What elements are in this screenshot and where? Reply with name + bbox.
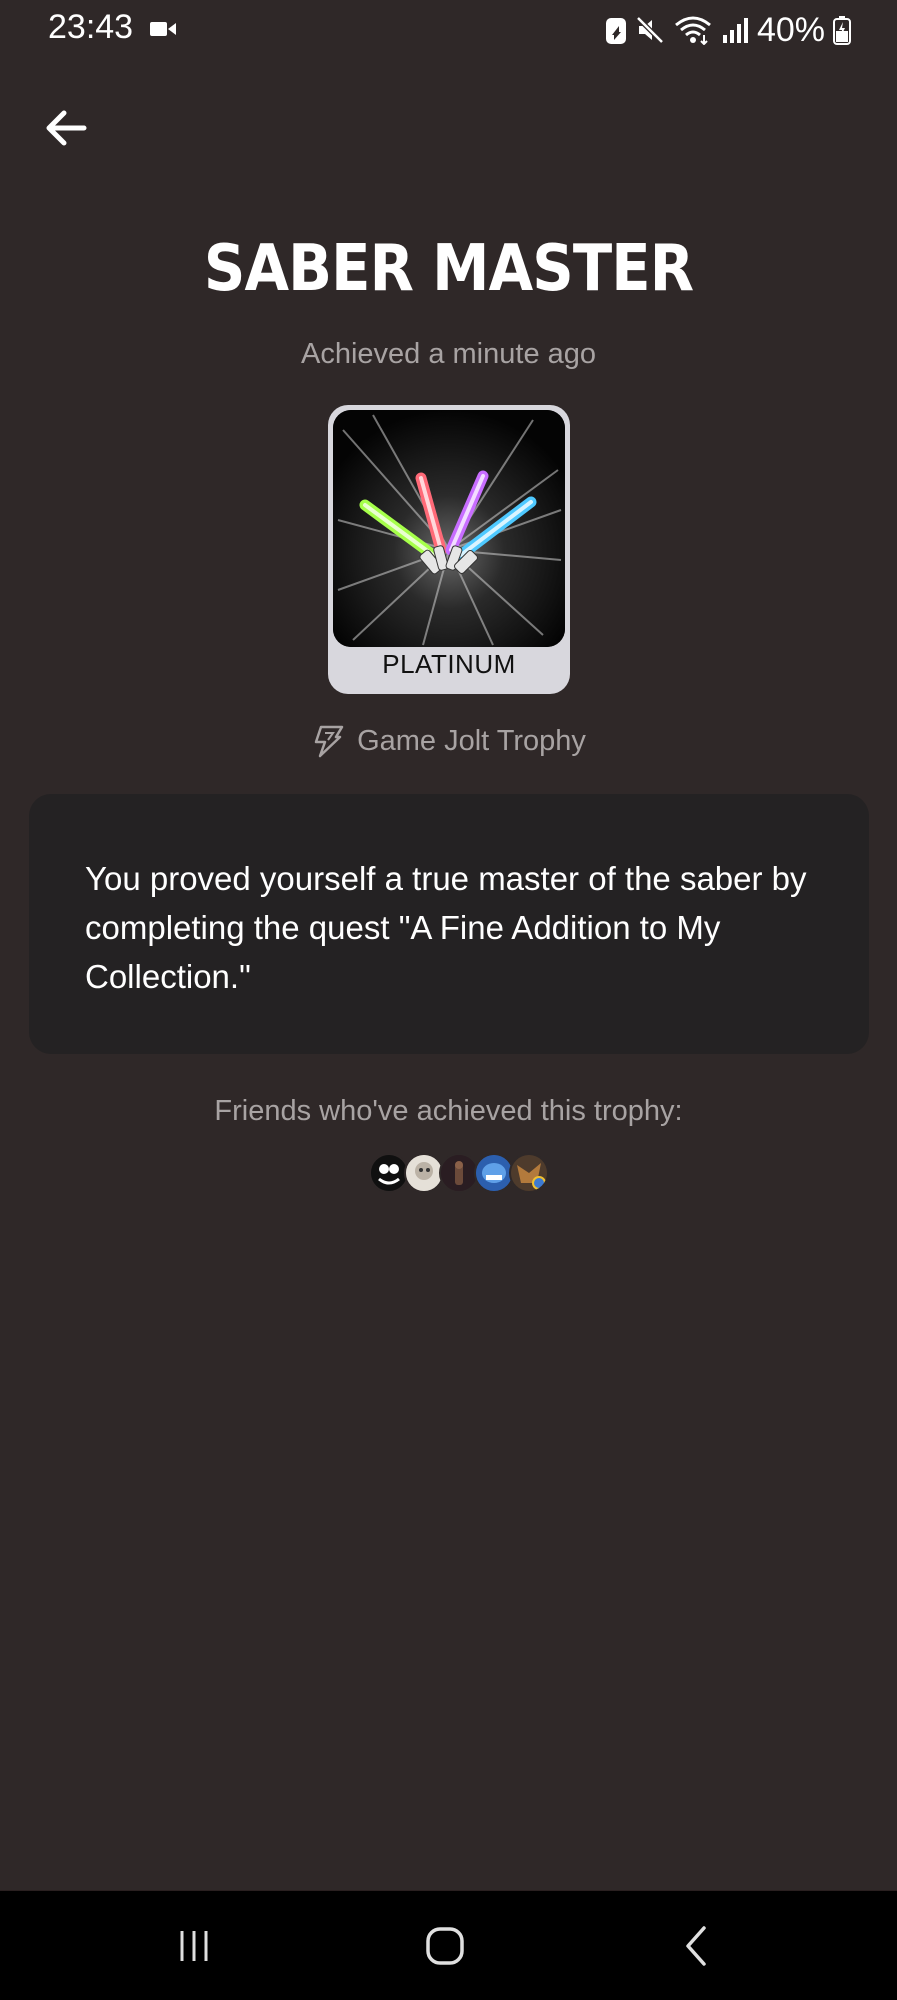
- trophy-title: SABER MASTER: [203, 232, 694, 306]
- friend-avatar[interactable]: [369, 1153, 409, 1193]
- trophy-type: Game Jolt Trophy: [0, 724, 897, 758]
- trophy-card: PLATINUM: [328, 405, 570, 694]
- achieved-time: Achieved a minute ago: [300, 338, 597, 370]
- trophy-description: You proved yourself a true master of the…: [85, 860, 807, 995]
- signal-icon: [722, 18, 748, 43]
- home-button[interactable]: [405, 1916, 485, 1976]
- game-jolt-icon: [314, 725, 344, 758]
- video-camera-icon: [150, 22, 176, 36]
- trophy-image: [333, 410, 565, 647]
- back-icon: [686, 1926, 706, 1966]
- app-header: [0, 60, 897, 190]
- arrow-left-icon: [46, 110, 87, 146]
- friend-avatar[interactable]: [439, 1153, 479, 1193]
- home-icon: [426, 1927, 464, 1965]
- friend-avatar[interactable]: [474, 1153, 514, 1193]
- trophy-screen: 23:43 40% SABER MASTER Achieved a minute…: [0, 0, 897, 2000]
- system-nav-bar: [0, 1890, 897, 2000]
- friends-avatars[interactable]: [369, 1153, 549, 1193]
- friend-avatar[interactable]: [404, 1153, 444, 1193]
- nav-back-button[interactable]: [656, 1916, 736, 1976]
- friends-label: Friends who've achieved this trophy:: [214, 1095, 683, 1127]
- status-time: 23:43: [48, 8, 134, 46]
- status-bar: 23:43 40%: [0, 0, 897, 60]
- status-icons: 40%: [605, 8, 851, 52]
- battery-icon: [833, 16, 851, 45]
- trophy-type-label: Game Jolt Trophy: [357, 724, 586, 757]
- trophy-sabers-image: [333, 410, 565, 647]
- back-button[interactable]: [36, 98, 96, 158]
- wifi-icon: [674, 16, 711, 45]
- description-card: You proved yourself a true master of the…: [29, 794, 869, 1054]
- battery-saver-icon: [605, 18, 626, 44]
- friend-avatar[interactable]: [509, 1153, 549, 1193]
- mute-icon: [636, 16, 664, 44]
- battery-percent: 40%: [756, 10, 825, 49]
- recent-apps-button[interactable]: [154, 1916, 234, 1976]
- recent-apps-icon: [180, 1931, 208, 1961]
- trophy-tier-badge: PLATINUM: [382, 649, 516, 679]
